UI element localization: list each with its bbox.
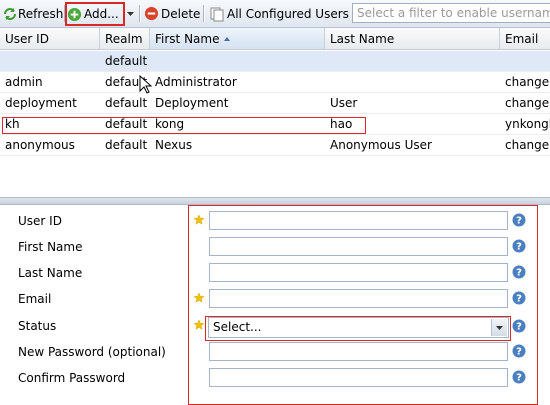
grid-header: User ID Realm First Name Last Name Email [0,28,550,50]
status-label: Status [18,319,57,333]
form-row-user-id: User ID ? [0,210,550,236]
toolbar: Refresh Add... Delete All Configured Use… [0,0,550,28]
filter-menu-label: All Configured Users [227,6,349,21]
first-name-header-label: First Name [155,32,220,46]
cell-user-id: anonymous [5,138,75,152]
help-icon[interactable]: ? [512,319,526,333]
delete-button[interactable]: Delete [144,3,200,24]
cell-realm: default [105,96,148,110]
toolbar-separator [203,5,205,22]
last-name-field[interactable] [209,263,508,282]
first-name-label: First Name [18,240,83,254]
add-menu-arrow[interactable] [127,3,134,24]
svg-text:?: ? [516,242,522,253]
cell-user-id [0,51,100,71]
required-star-icon [194,320,204,330]
toolbar-separator [64,5,66,22]
new-password-label: New Password (optional) [18,345,166,359]
help-icon[interactable]: ? [512,265,526,279]
cell-first-name: kong [155,117,185,131]
cell-realm: default [105,138,148,152]
filter-menu-button[interactable]: All Configured Users [209,3,362,24]
panel-splitter[interactable] [0,197,550,205]
table-row[interactable]: deployment default Deployment User chang… [0,93,550,114]
status-dropdown-trigger[interactable] [491,319,507,336]
add-icon [67,7,82,22]
cell-realm: default [105,54,148,68]
copy-pages-icon [209,6,225,22]
column-header-user-id[interactable]: User ID [0,28,100,49]
cell-user-id: deployment [5,96,77,110]
cell-email: changeme [505,75,550,89]
svg-text:?: ? [516,216,522,227]
form-row-new-password: New Password (optional) ? [0,341,550,367]
form-row-status: Status Select... ? [0,317,550,343]
user-id-field[interactable] [209,211,508,230]
column-header-last-name[interactable]: Last Name [325,28,500,49]
first-name-field[interactable] [209,237,508,256]
cell-first-name: Administrator [155,75,237,89]
cell-email: ynkongh [505,117,550,131]
cell-user-id: kh [5,117,20,131]
cell-user-id: admin [5,75,43,89]
cell-last-name: User [330,96,358,110]
cell-last-name [325,51,500,71]
help-icon[interactable]: ? [512,291,526,305]
cell-first-name: Deployment [155,96,229,110]
user-id-label: User ID [18,214,62,228]
help-icon[interactable]: ? [512,370,526,384]
filter-input[interactable]: Select a filter to enable username s [352,3,550,23]
cell-email [500,51,550,71]
required-star-icon [194,293,204,303]
svg-text:?: ? [516,294,522,305]
form-row-first-name: First Name ? [0,236,550,262]
add-label: Add... [84,7,119,21]
cell-first-name: Nexus [155,138,193,152]
form-row-email: Email ? [0,288,550,314]
column-header-email[interactable]: Email [500,28,550,49]
svg-text:?: ? [516,347,522,358]
confirm-password-label: Confirm Password [18,371,126,385]
chevron-down-icon [127,11,134,17]
help-icon[interactable]: ? [512,213,526,227]
column-header-realm[interactable]: Realm [100,28,150,49]
cell-email: changeme [505,138,550,152]
refresh-label: Refresh [18,6,64,21]
email-label: Email [18,292,52,306]
form-row-last-name: Last Name ? [0,262,550,288]
svg-text:?: ? [516,268,522,279]
cell-last-name: Anonymous User [330,138,432,152]
add-button[interactable]: Add... [65,2,125,26]
help-icon[interactable]: ? [512,344,526,358]
table-row[interactable]: admin default Administrator changeme [0,72,550,93]
chevron-down-icon [496,326,503,330]
toolbar-separator [139,5,141,22]
status-select[interactable]: Select... [208,317,509,338]
cell-last-name [325,72,500,92]
required-star-icon [194,215,204,225]
new-password-field[interactable] [209,342,508,361]
help-icon[interactable]: ? [512,239,526,253]
last-name-label: Last Name [18,266,83,280]
refresh-button[interactable]: Refresh [2,3,63,24]
cell-email: changeme [505,96,550,110]
svg-text:?: ? [516,322,522,333]
refresh-icon [2,6,18,22]
email-field[interactable] [209,289,508,308]
svg-text:?: ? [516,373,522,384]
delete-icon [144,6,159,21]
cell-last-name: hao [330,117,353,131]
table-row[interactable]: default [0,51,550,72]
cell-first-name [150,51,325,71]
delete-label: Delete [161,6,201,21]
cell-realm: default [105,117,148,131]
column-header-first-name[interactable]: First Name [150,28,325,49]
form-row-confirm-password: Confirm Password ? [0,367,550,393]
table-row[interactable]: anonymous default Nexus Anonymous User c… [0,135,550,156]
sort-ascending-icon [224,37,231,41]
confirm-password-field[interactable] [209,368,508,387]
mouse-pointer-icon [139,74,153,95]
status-select-value: Select... [213,320,262,334]
table-row[interactable]: kh default kong hao ynkongh [0,114,550,135]
